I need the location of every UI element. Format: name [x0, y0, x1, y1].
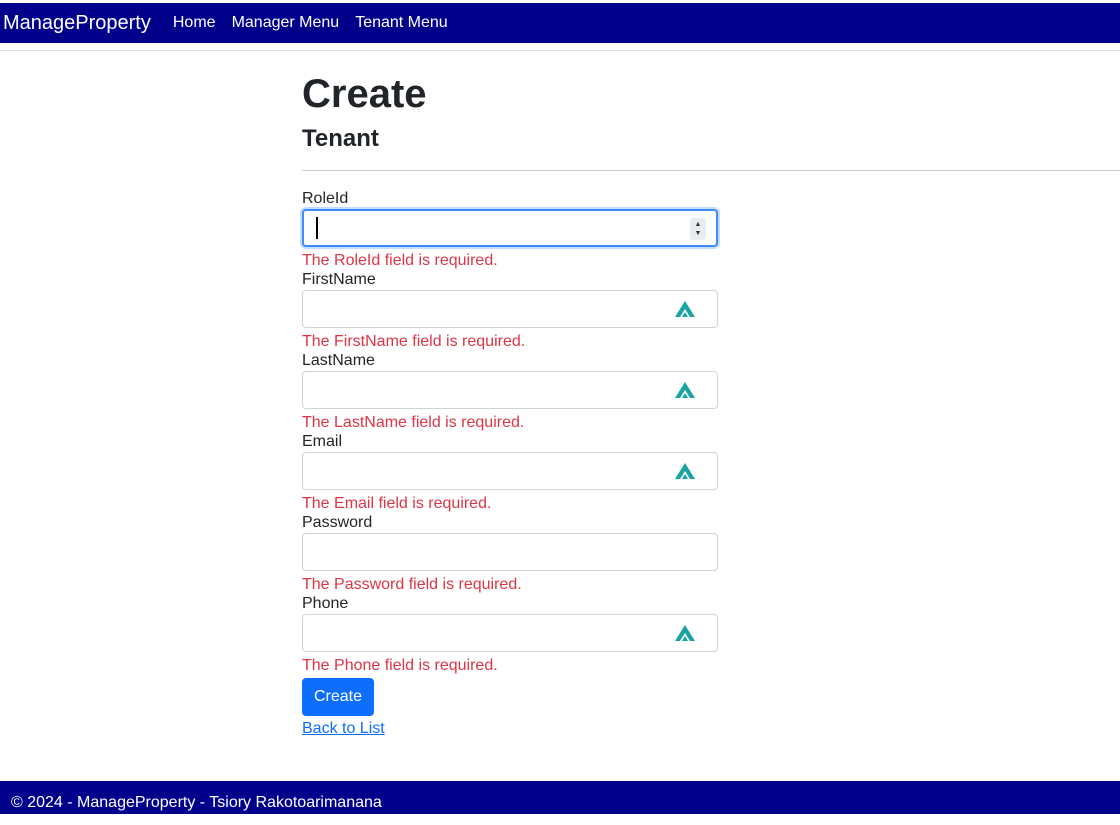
phone-input[interactable]	[302, 614, 718, 652]
email-group: Email The Email field is required.	[302, 433, 1120, 514]
nav-manager-menu[interactable]: Manager Menu	[232, 14, 340, 32]
password-input-wrap	[302, 533, 718, 571]
main-content: Create Tenant RoleId ▲ ▼ The RoleId fiel…	[302, 70, 1120, 738]
firstname-input[interactable]	[302, 290, 718, 328]
nordpass-icon[interactable]	[674, 300, 696, 318]
password-group: Password The Password field is required.	[302, 514, 1120, 595]
firstname-error: The FirstName field is required.	[302, 333, 526, 350]
firstname-label: FirstName	[302, 271, 376, 288]
nav-tenant-menu[interactable]: Tenant Menu	[355, 14, 448, 32]
brand-link[interactable]: ManageProperty	[3, 12, 151, 35]
lastname-input[interactable]	[302, 371, 718, 409]
phone-input-wrap	[302, 614, 718, 652]
create-button[interactable]: Create	[302, 678, 374, 716]
roleid-label: RoleId	[302, 190, 349, 207]
nordpass-icon[interactable]	[674, 381, 696, 399]
footer-text: © 2024 - ManageProperty - Tsiory Rakotoa…	[11, 794, 382, 811]
divider	[302, 170, 1120, 171]
password-error: The Password field is required.	[302, 576, 522, 593]
lastname-input-wrap	[302, 371, 718, 409]
header-divider	[0, 50, 1120, 51]
phone-group: Phone The Phone field is required.	[302, 595, 1120, 676]
phone-label: Phone	[302, 595, 349, 612]
spinner-arrows-icon[interactable]: ▲ ▼	[690, 218, 706, 240]
roleid-input-wrap: ▲ ▼	[302, 209, 718, 247]
lastname-error: The LastName field is required.	[302, 414, 525, 431]
email-input[interactable]	[302, 452, 718, 490]
page-subtitle: Tenant	[302, 125, 379, 152]
navbar: ManageProperty Home Manager Menu Tenant …	[0, 3, 1120, 43]
spin-up-icon[interactable]: ▲	[695, 220, 702, 229]
back-to-list-link[interactable]: Back to List	[302, 720, 1120, 738]
phone-error: The Phone field is required.	[302, 657, 498, 674]
password-label: Password	[302, 514, 373, 531]
spin-down-icon[interactable]: ▼	[695, 229, 702, 238]
password-input[interactable]	[302, 533, 718, 571]
page-title: Create	[302, 72, 427, 116]
roleid-input[interactable]	[302, 209, 718, 247]
text-caret	[316, 217, 318, 239]
nordpass-icon[interactable]	[674, 624, 696, 642]
create-tenant-form: RoleId ▲ ▼ The RoleId field is required.…	[302, 190, 1120, 738]
lastname-group: LastName The LastName field is required.	[302, 352, 1120, 433]
lastname-label: LastName	[302, 352, 375, 369]
firstname-input-wrap	[302, 290, 718, 328]
email-input-wrap	[302, 452, 718, 490]
roleid-group: RoleId ▲ ▼ The RoleId field is required.	[302, 190, 1120, 271]
footer: © 2024 - ManageProperty - Tsiory Rakotoa…	[0, 781, 1120, 814]
email-label: Email	[302, 433, 343, 450]
roleid-error: The RoleId field is required.	[302, 252, 498, 269]
email-error: The Email field is required.	[302, 495, 492, 512]
firstname-group: FirstName The FirstName field is require…	[302, 271, 1120, 352]
nordpass-icon[interactable]	[674, 462, 696, 480]
nav-home[interactable]: Home	[173, 14, 216, 32]
